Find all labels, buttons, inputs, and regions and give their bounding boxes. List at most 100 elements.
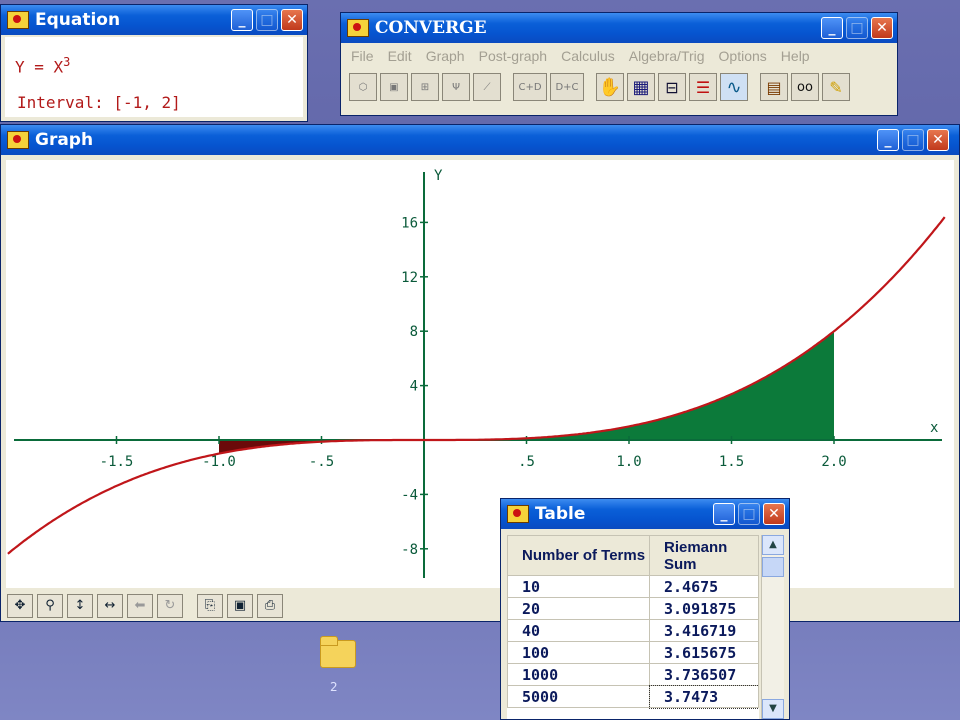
menu-graph[interactable]: Graph: [426, 48, 465, 64]
maximize-button[interactable]: □: [846, 17, 868, 39]
terms-cell: 1000: [507, 663, 650, 686]
minimize-button[interactable]: _: [231, 9, 253, 31]
horizontal-scale-icon[interactable]: ↔: [97, 594, 123, 618]
app-icon: [7, 131, 29, 149]
print-icon[interactable]: ⎙: [257, 594, 283, 618]
table-row[interactable]: 100 3.615675: [507, 641, 759, 664]
sum-cell: 3.7473: [648, 684, 759, 709]
converge-window: CONVERGE _ □ ✕ File Edit Graph Post-grap…: [340, 12, 898, 116]
equation-title: Equation: [35, 10, 121, 30]
equation-titlebar[interactable]: Equation _ □ ✕: [1, 5, 307, 35]
sum-cell: 3.416719: [649, 619, 759, 642]
riemann-table: Number of Terms Riemann Sum 10 2.4675 20 3.…: [507, 535, 759, 709]
app-icon: [347, 19, 369, 37]
split-graph-icon[interactable]: ⊟: [658, 73, 686, 101]
equation-base: Y = X: [15, 57, 64, 77]
close-button[interactable]: ✕: [871, 17, 893, 39]
table-view-icon[interactable]: ▤: [760, 73, 788, 101]
graph-titlebar[interactable]: Graph _ □ ✕: [1, 125, 959, 155]
app-icon: [507, 505, 529, 523]
converge-titlebar[interactable]: CONVERGE _ □ ✕: [341, 13, 897, 43]
slope-icon[interactable]: ⟋: [473, 73, 501, 101]
folder-icon[interactable]: [318, 636, 358, 668]
scroll-up-icon[interactable]: ▲: [762, 535, 784, 555]
back-arrow-icon[interactable]: ⬅: [127, 594, 153, 618]
table-body: Number of Terms Riemann Sum 10 2.4675 20 3.…: [507, 535, 759, 719]
zoom-icon[interactable]: ⚲: [37, 594, 63, 618]
maximize-button[interactable]: □: [902, 129, 924, 151]
header-terms: Number of Terms: [507, 535, 650, 576]
main-toolbar: ⬡ ▣ ⊞ Ψ ⟋ C+D D+C ✋ ▦ ⊟ ☰ ∿ ▤ oo ✎: [349, 71, 850, 103]
curve-icon[interactable]: ∿: [720, 73, 748, 101]
copy-icon[interactable]: ⎘: [197, 594, 223, 618]
y-tick-label: 16: [401, 215, 418, 231]
y-tick-label: -4: [401, 487, 418, 503]
app-icon: [7, 11, 29, 29]
terms-cell: 20: [507, 597, 650, 620]
header-sum: Riemann Sum: [649, 535, 759, 576]
table-title: Table: [535, 504, 586, 524]
save-icon[interactable]: ▣: [380, 73, 408, 101]
terms-cell: 5000: [507, 685, 650, 708]
minimize-button[interactable]: _: [713, 503, 735, 525]
menu-post-graph[interactable]: Post-graph: [479, 48, 547, 64]
converge-title: CONVERGE: [375, 18, 487, 38]
menu-help[interactable]: Help: [781, 48, 810, 64]
sum-cell: 3.736507: [649, 663, 759, 686]
close-button[interactable]: ✕: [927, 129, 949, 151]
equation-exponent: 3: [63, 55, 71, 69]
menu-file[interactable]: File: [351, 48, 374, 64]
scroll-thumb[interactable]: [762, 557, 784, 577]
menu-edit[interactable]: Edit: [388, 48, 412, 64]
menu-options[interactable]: Options: [719, 48, 767, 64]
x-tick-label: 1.5: [719, 454, 744, 470]
minimize-button[interactable]: _: [821, 17, 843, 39]
sum-cell: 3.615675: [649, 641, 759, 664]
graph-toolbar: ✥ ⚲ ↕ ↔ ⬅ ↻ ⎘ ▣ ⎙: [1, 591, 327, 621]
open-icon[interactable]: ⬡: [349, 73, 377, 101]
table-scrollbar[interactable]: ▲ ▼: [761, 535, 784, 719]
fork-icon[interactable]: Ψ: [442, 73, 470, 101]
positive-area: [424, 331, 834, 440]
minimize-button[interactable]: _: [877, 129, 899, 151]
graph-plot[interactable]: -1.5 -1.0 -.5.5 1.0 1.5 2.0161284-4-8Yx: [6, 160, 954, 588]
dc-button[interactable]: D+C: [550, 73, 584, 101]
table-row[interactable]: 40 3.416719: [507, 619, 759, 642]
y-tick-label: 8: [410, 324, 418, 340]
table-grid-icon[interactable]: ▦: [627, 73, 655, 101]
table-titlebar[interactable]: Table _ □ ✕: [501, 499, 789, 529]
table-row[interactable]: 20 3.091875: [507, 597, 759, 620]
glasses-icon[interactable]: oo: [791, 73, 819, 101]
y-tick-label: 4: [410, 379, 418, 395]
maximize-button[interactable]: □: [256, 9, 278, 31]
menu-algebra-trig[interactable]: Algebra/Trig: [629, 48, 705, 64]
vertical-scale-icon[interactable]: ↕: [67, 594, 93, 618]
close-button[interactable]: ✕: [763, 503, 785, 525]
x-tick-label: -.5: [309, 454, 334, 470]
cd-button[interactable]: C+D: [513, 73, 547, 101]
menu-calculus[interactable]: Calculus: [561, 48, 615, 64]
grid-plot-icon[interactable]: ⊞: [411, 73, 439, 101]
menu-bar: File Edit Graph Post-graph Calculus Alge…: [345, 45, 893, 67]
y-tick-label: -8: [401, 542, 418, 558]
y-tick-label: 12: [401, 270, 418, 286]
interval-text: Interval: [-1, 2]: [17, 93, 181, 112]
close-button[interactable]: ✕: [281, 9, 303, 31]
save-icon[interactable]: ▣: [227, 594, 253, 618]
table-row[interactable]: 1000 3.736507: [507, 663, 759, 686]
table-window: Table _ □ ✕ Number of Terms Riemann Sum …: [500, 498, 790, 720]
refresh-icon[interactable]: ↻: [157, 594, 183, 618]
terms-cell: 10: [507, 575, 650, 598]
folder-label: 2: [330, 680, 338, 694]
terms-cell: 100: [507, 641, 650, 664]
dashed-lines-icon[interactable]: ☰: [689, 73, 717, 101]
move-icon[interactable]: ✥: [7, 594, 33, 618]
hand-icon[interactable]: ✋: [596, 73, 624, 101]
graph-title: Graph: [35, 130, 94, 150]
table-row[interactable]: 5000 3.7473: [507, 684, 759, 709]
maximize-button[interactable]: □: [738, 503, 760, 525]
scroll-down-icon[interactable]: ▼: [762, 699, 784, 719]
sum-cell: 3.091875: [649, 597, 759, 620]
pencil-icon[interactable]: ✎: [822, 73, 850, 101]
table-row[interactable]: 10 2.4675: [507, 575, 759, 598]
